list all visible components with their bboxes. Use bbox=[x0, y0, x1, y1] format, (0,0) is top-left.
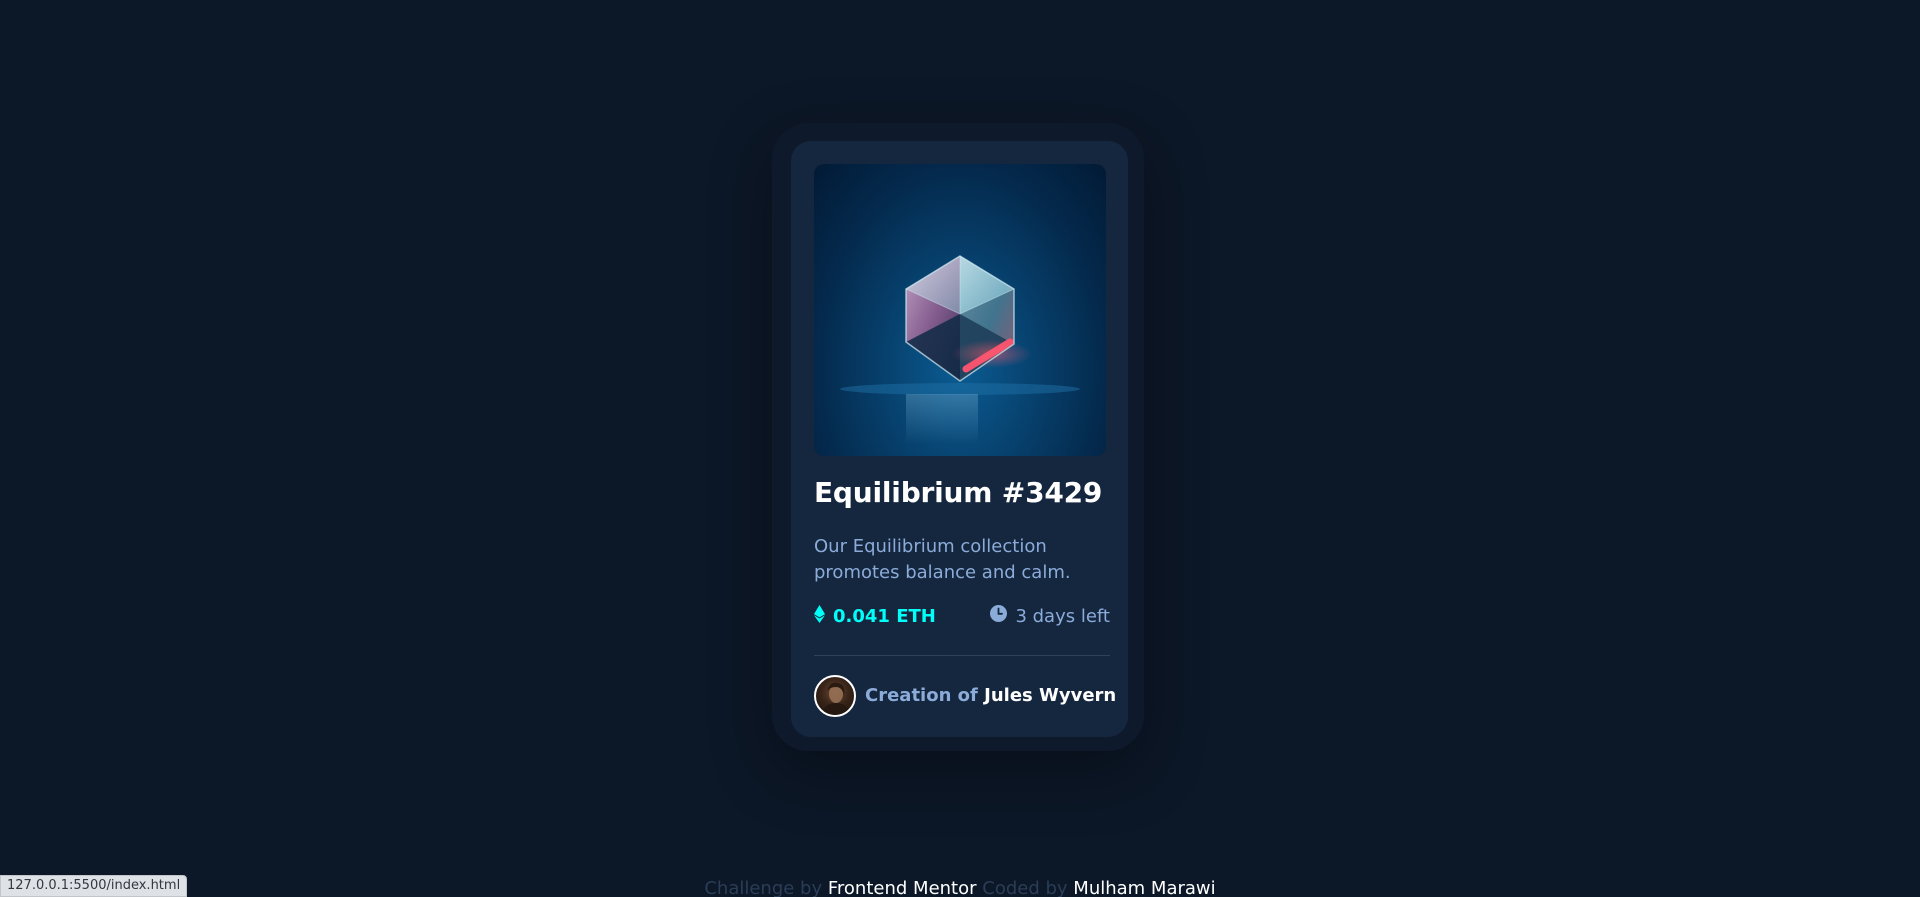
page: Equilibrium #3429 Our Equilibrium collec… bbox=[0, 0, 1920, 897]
time-remaining: 3 days left bbox=[990, 605, 1110, 627]
creator: Creation of Jules Wyvern bbox=[814, 674, 1116, 717]
price: 0.041 ETH bbox=[814, 604, 936, 629]
attribution-footer: Challenge by Frontend Mentor Coded by Mu… bbox=[0, 878, 1920, 897]
time-remaining-label: 3 days left bbox=[1015, 605, 1110, 627]
ethereum-icon bbox=[814, 604, 825, 629]
browser-status-url: 127.0.0.1:5500/index.html bbox=[0, 875, 188, 897]
clock-icon bbox=[990, 605, 1008, 627]
crystal-cube-illustration bbox=[840, 255, 1080, 444]
card-divider bbox=[814, 655, 1110, 656]
creator-prefix: Creation of bbox=[865, 685, 978, 706]
equilibrium-image[interactable] bbox=[814, 164, 1106, 456]
card-title[interactable]: Equilibrium #3429 bbox=[814, 476, 1102, 509]
creator-name-link[interactable]: Jules Wyvern bbox=[984, 685, 1116, 706]
card-description: Our Equilibrium collection promotes bala… bbox=[814, 536, 1071, 583]
challenge-prefix: Challenge by bbox=[704, 878, 823, 897]
card-stats: 0.041 ETH 3 days left bbox=[814, 603, 1110, 629]
nft-card: Equilibrium #3429 Our Equilibrium collec… bbox=[791, 141, 1128, 737]
coded-prefix: Coded by bbox=[982, 878, 1068, 897]
avatar bbox=[814, 674, 856, 717]
frontend-mentor-link[interactable]: Frontend Mentor bbox=[828, 878, 977, 897]
creator-credit: Creation of Jules Wyvern bbox=[865, 685, 1116, 706]
author-link[interactable]: Mulham Marawi bbox=[1073, 878, 1215, 897]
price-value: 0.041 ETH bbox=[833, 605, 936, 627]
